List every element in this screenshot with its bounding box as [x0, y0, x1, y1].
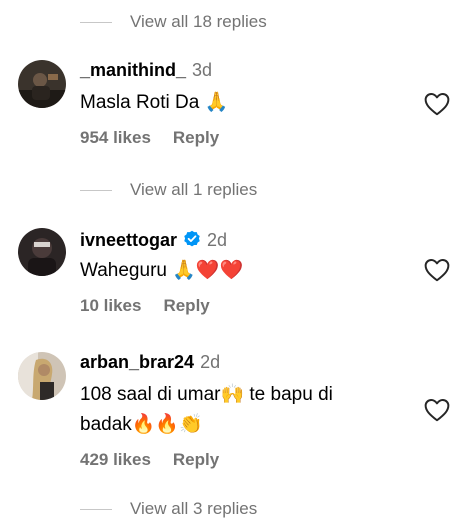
username[interactable]: ivneettogar: [80, 230, 177, 251]
avatar[interactable]: [18, 228, 66, 276]
reply-button[interactable]: Reply: [163, 296, 209, 316]
likes-count[interactable]: 429 likes: [80, 450, 151, 470]
comment-meta: 10 likes Reply: [80, 296, 408, 316]
username[interactable]: _manithind_: [80, 60, 186, 81]
replies-divider-line: [80, 189, 112, 191]
comment-text: 108 saal di umar🙌 te bapu di badak🔥🔥👏: [80, 380, 408, 440]
view-replies-row[interactable]: View all 18 replies: [80, 12, 267, 32]
heart-outline-icon[interactable]: [424, 92, 450, 116]
avatar[interactable]: [18, 352, 66, 400]
comment-content: _manithind_ 3d Masla Roti Da 🙏 954 likes…: [80, 60, 408, 148]
view-replies-link[interactable]: View all 1 replies: [130, 180, 257, 200]
timestamp: 3d: [192, 60, 213, 80]
comment-content: ivneettogar 2d Waheguru 🙏❤️❤️ 10 likes R…: [80, 228, 408, 316]
comment-text-line: badak🔥🔥👏: [80, 414, 203, 435]
reply-button[interactable]: Reply: [173, 450, 219, 470]
comment-meta: 429 likes Reply: [80, 450, 408, 470]
likes-count[interactable]: 10 likes: [80, 296, 141, 316]
timestamp: 2d: [207, 230, 228, 250]
replies-divider-line: [80, 21, 112, 23]
comment-header: _manithind_ 3d: [80, 60, 408, 86]
heart-outline-icon[interactable]: [424, 258, 450, 282]
comment-text: Masla Roti Da 🙏: [80, 92, 229, 113]
avatar[interactable]: [18, 60, 66, 108]
verified-badge-icon: [184, 230, 200, 247]
comment-text: Waheguru 🙏❤️❤️: [80, 260, 244, 281]
reply-button[interactable]: Reply: [173, 128, 219, 148]
view-replies-link[interactable]: View all 18 replies: [130, 12, 267, 32]
comment-header: arban_brar24 2d: [80, 352, 408, 378]
comment-meta: 954 likes Reply: [80, 128, 408, 148]
heart-outline-icon[interactable]: [424, 398, 450, 422]
username[interactable]: arban_brar24: [80, 352, 194, 373]
comment-content: arban_brar24 2d 108 saal di umar🙌 te bap…: [80, 352, 408, 470]
timestamp: 2d: [200, 352, 221, 372]
replies-divider-line: [80, 508, 112, 510]
view-replies-row[interactable]: View all 1 replies: [80, 180, 257, 200]
likes-count[interactable]: 954 likes: [80, 128, 151, 148]
comment-header: ivneettogar 2d: [80, 228, 408, 254]
comment-text-line: 108 saal di umar🙌 te bapu di: [80, 384, 333, 405]
view-replies-row[interactable]: View all 3 replies: [80, 499, 257, 519]
view-replies-link[interactable]: View all 3 replies: [130, 499, 257, 519]
